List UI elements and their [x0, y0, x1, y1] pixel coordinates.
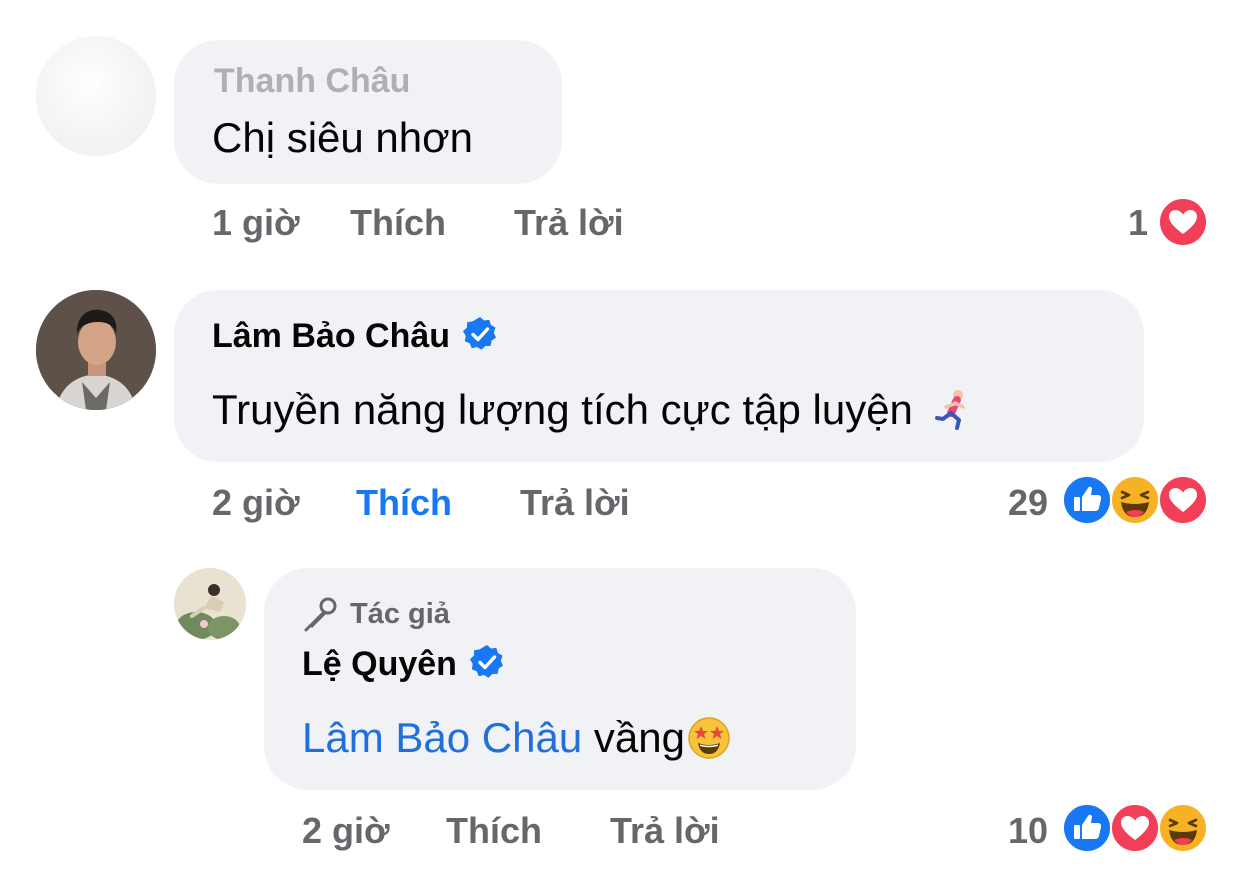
comment-author[interactable]: Lâm Bảo Châu: [212, 317, 450, 355]
comment-text-line: Truyền năng lượng tích cực tập luyện: [212, 386, 975, 434]
like-button[interactable]: Thích: [446, 810, 542, 852]
comment-author[interactable]: Thanh Châu: [214, 62, 410, 101]
reaction-count[interactable]: 1: [1100, 202, 1148, 244]
mention-link[interactable]: Lâm Bảo Châu: [302, 714, 582, 761]
comment-bubble: Lâm Bảo Châu Truyền năng lượng tích cực …: [174, 290, 1144, 462]
comment-time[interactable]: 1 giờ: [212, 202, 300, 244]
comment-author-line: Lâm Bảo Châu: [212, 316, 498, 356]
profile-photo: [174, 568, 246, 640]
comment-time[interactable]: 2 giờ: [212, 482, 300, 524]
reply-button[interactable]: Trả lời: [514, 202, 624, 244]
reaction-count[interactable]: 10: [980, 810, 1048, 852]
reply-button[interactable]: Trả lời: [610, 810, 720, 852]
comment-text: Chị siêu nhơn: [212, 114, 474, 161]
running-man-emoji-icon: [934, 390, 965, 430]
like-button[interactable]: Thích: [356, 482, 452, 524]
love-reaction-icon: [1158, 475, 1208, 525]
author-badge: Tác giả: [302, 594, 450, 632]
like-button[interactable]: Thích: [350, 202, 446, 244]
comment-author-line: Lệ Quyên: [302, 644, 505, 684]
comment-bubble: Thanh Châu Chị siêu nhơn: [174, 40, 562, 184]
avatar[interactable]: [36, 290, 156, 410]
haha-reaction-icon: [1110, 475, 1160, 525]
verified-badge-icon: [469, 645, 503, 678]
profile-photo: [36, 290, 156, 410]
star-struck-emoji-icon: [688, 717, 730, 759]
reply-button[interactable]: Trả lời: [520, 482, 630, 524]
like-reaction-icon: [1062, 803, 1112, 853]
author-badge-label: Tác giả: [350, 598, 450, 630]
comment-text-line: Lâm Bảo Châu vầng: [302, 714, 731, 762]
avatar[interactable]: [36, 36, 156, 156]
comment-text: vầng: [593, 714, 685, 761]
verified-badge-icon: [463, 317, 497, 350]
comment-time[interactable]: 2 giờ: [302, 810, 390, 852]
love-reaction-icon: [1110, 803, 1160, 853]
microphone-icon: [304, 597, 337, 632]
love-reaction-icon: [1158, 197, 1208, 247]
comment-bubble: Tác giả Lệ Quyên Lâm Bảo Châu vầng: [264, 568, 856, 790]
like-reaction-icon: [1062, 475, 1112, 525]
comment-author[interactable]: Lệ Quyên: [302, 645, 457, 683]
comment-text: Truyền năng lượng tích cực tập luyện: [212, 386, 913, 433]
avatar[interactable]: [174, 568, 246, 640]
haha-reaction-icon: [1158, 803, 1208, 853]
reaction-count[interactable]: 29: [980, 482, 1048, 524]
